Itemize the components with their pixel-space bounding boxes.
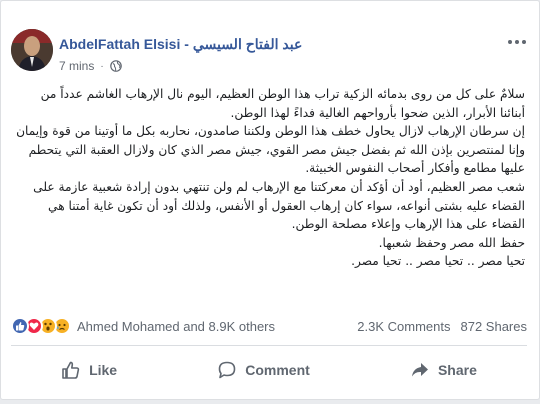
comment-label: Comment	[245, 362, 310, 378]
shares-count[interactable]: 872 Shares	[461, 319, 528, 334]
action-bar: Like Comment Share	[11, 351, 527, 389]
post-paragraph: تحيا مصر .. تحيا مصر .. تحيا مصر.	[351, 254, 525, 269]
post-time[interactable]: 7 mins	[59, 59, 94, 73]
meta-separator: ·	[100, 60, 104, 72]
share-arrow-icon	[411, 363, 428, 377]
like-button[interactable]: Like	[37, 354, 141, 386]
like-label: Like	[89, 362, 118, 378]
avatar[interactable]	[11, 29, 53, 71]
post-paragraph: إن سرطان الإرهاب لازال يحاول خطف هذا الو…	[16, 124, 525, 176]
speech-bubble-icon	[218, 361, 236, 379]
post-paragraph: سلامٌ على كل من روى بدمائه الزكية تراب ه…	[40, 87, 525, 120]
share-label: Share	[437, 362, 477, 378]
more-options-icon[interactable]	[505, 35, 529, 49]
author-name[interactable]: AbdelFattah Elsisi - عبد الفتاح السيسي	[59, 36, 302, 53]
engagement-counts: 2.3K Comments 872 Shares	[357, 319, 527, 334]
post-header: AbdelFattah Elsisi - عبد الفتاح السيسي 7…	[11, 23, 529, 79]
comment-button[interactable]: Comment	[193, 354, 334, 386]
post-body: سلامٌ على كل من روى بدمائه الزكية تراب ه…	[15, 85, 525, 271]
globe-icon[interactable]	[109, 60, 122, 72]
thumbs-up-icon	[62, 361, 80, 379]
share-button[interactable]: Share	[386, 354, 501, 386]
comments-count[interactable]: 2.3K Comments	[357, 319, 450, 334]
post-paragraph: حفظ الله مصر وحفظ شعبها.	[378, 235, 525, 250]
reaction-names[interactable]: Ahmed Mohamed and 8.9K others	[77, 319, 275, 334]
post-stats: Ahmed Mohamed and 8.9K others 2.3K Comme…	[11, 315, 527, 337]
like-reaction-icon	[11, 317, 29, 335]
post-card: AbdelFattah Elsisi - عبد الفتاح السيسي 7…	[0, 0, 540, 400]
divider	[11, 345, 527, 346]
post-paragraph: شعب مصر العظيم، أود أن أؤكد أن معركتنا م…	[33, 179, 525, 232]
reaction-icons[interactable]	[11, 317, 71, 335]
post-meta: 7 mins ·	[59, 59, 122, 73]
